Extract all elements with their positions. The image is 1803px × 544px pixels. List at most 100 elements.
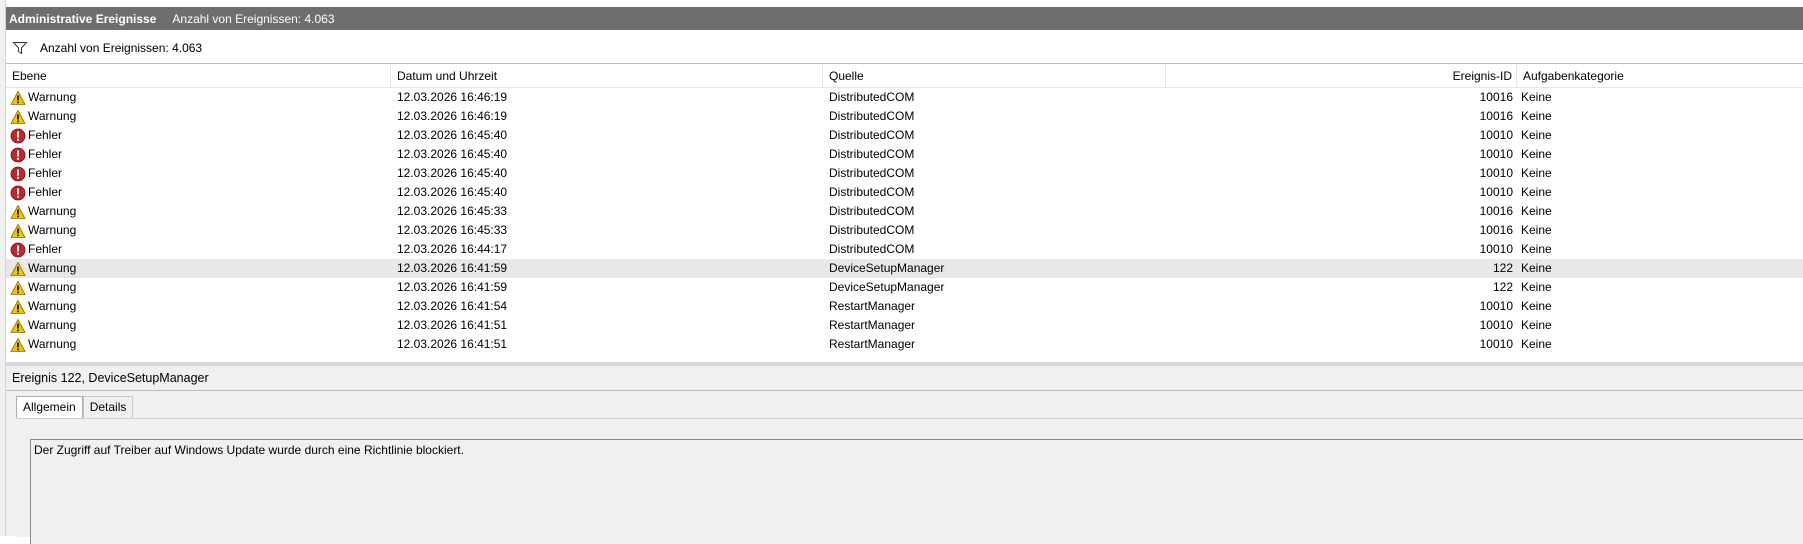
column-header-level[interactable]: Ebene — [6, 65, 391, 87]
event-id-cell: 10010 — [1479, 242, 1513, 256]
event-list-header: Ebene Datum und Uhrzeit Quelle Ereignis-… — [6, 65, 1803, 88]
details-divider — [6, 390, 1803, 391]
level-cell: Warnung — [10, 221, 76, 240]
event-id-cell: 10010 — [1479, 147, 1513, 161]
error-icon — [10, 166, 26, 181]
category-cell: Keine — [1521, 166, 1552, 180]
table-row[interactable]: Warnung 12.03.2026 16:45:33 DistributedCOM… — [6, 202, 1803, 221]
event-id-cell: 122 — [1492, 280, 1513, 294]
table-row[interactable]: Warnung 12.03.2026 16:46:19 DistributedCOM… — [6, 107, 1803, 126]
category-cell: Keine — [1521, 185, 1552, 199]
level-label: Fehler — [28, 128, 63, 142]
level-cell: Warnung — [10, 202, 76, 221]
table-row[interactable]: Fehler 12.03.2026 16:44:17 DistributedCOM 1… — [6, 240, 1803, 259]
warning-icon — [10, 109, 26, 124]
category-cell: Keine — [1521, 299, 1552, 313]
level-cell: Fehler — [10, 164, 62, 183]
view-title: Administrative Ereignisse — [9, 11, 157, 26]
date-cell: 12.03.2026 16:44:17 — [397, 242, 508, 256]
event-message-box[interactable]: Der Zugriff auf Treiber auf Windows Upda… — [30, 439, 1803, 544]
table-row[interactable]: Warnung 12.03.2026 16:41:59 DeviceSetupMan… — [6, 259, 1803, 278]
date-cell: 12.03.2026 16:46:19 — [397, 109, 508, 123]
filter-icon[interactable] — [12, 40, 28, 56]
event-id-cell: 10016 — [1479, 90, 1513, 104]
tab-general[interactable]: Allgemein — [16, 396, 83, 419]
event-id-cell: 10010 — [1479, 128, 1513, 142]
event-count-header: Anzahl von Ereignissen: 4.063 — [172, 11, 335, 26]
event-message-text: Der Zugriff auf Treiber auf Windows Upda… — [34, 443, 464, 457]
date-cell: 12.03.2026 16:41:51 — [397, 318, 508, 332]
column-header-event-id[interactable]: Ereignis-ID — [1166, 65, 1517, 87]
level-cell: Warnung — [10, 259, 76, 278]
table-row[interactable]: Warnung 12.03.2026 16:41:51 RestartManager… — [6, 335, 1803, 354]
source-cell: DistributedCOM — [829, 166, 915, 180]
table-row[interactable]: Fehler 12.03.2026 16:45:40 DistributedCOM 1… — [6, 145, 1803, 164]
table-row[interactable]: Warnung 12.03.2026 16:41:51 RestartManager… — [6, 316, 1803, 335]
level-label: Warnung — [28, 261, 77, 275]
source-cell: DistributedCOM — [829, 147, 915, 161]
error-icon — [10, 128, 26, 143]
date-cell: 12.03.2026 16:45:40 — [397, 128, 508, 142]
level-cell: Warnung — [10, 316, 76, 335]
event-id-cell: 10010 — [1479, 185, 1513, 199]
category-cell: Keine — [1521, 261, 1552, 275]
column-header-category[interactable]: Aufgabenkategorie — [1517, 65, 1803, 87]
warning-icon — [10, 337, 26, 352]
event-id-cell: 10016 — [1479, 204, 1513, 218]
date-cell: 12.03.2026 16:41:59 — [397, 280, 508, 294]
level-label: Warnung — [28, 223, 77, 237]
details-tabs: Allgemein Details — [16, 396, 134, 419]
column-header-source[interactable]: Quelle — [823, 65, 1166, 87]
level-label: Fehler — [28, 166, 63, 180]
date-cell: 12.03.2026 16:41:51 — [397, 337, 508, 351]
source-cell: DeviceSetupManager — [829, 261, 945, 275]
level-cell: Fehler — [10, 145, 62, 164]
table-row[interactable]: Warnung 12.03.2026 16:41:59 DeviceSetupMan… — [6, 278, 1803, 297]
level-label: Warnung — [28, 204, 77, 218]
level-cell: Warnung — [10, 278, 76, 297]
level-label: Warnung — [28, 90, 77, 104]
date-cell: 12.03.2026 16:45:40 — [397, 185, 508, 199]
error-icon — [10, 242, 26, 257]
tab-details[interactable]: Details — [82, 396, 134, 418]
event-id-cell: 10010 — [1479, 318, 1513, 332]
level-label: Fehler — [28, 242, 63, 256]
level-cell: Fehler — [10, 183, 62, 202]
source-cell: RestartManager — [829, 299, 916, 313]
category-cell: Keine — [1521, 318, 1552, 332]
category-cell: Keine — [1521, 109, 1552, 123]
category-cell: Keine — [1521, 204, 1552, 218]
level-cell: Warnung — [10, 107, 76, 126]
category-cell: Keine — [1521, 223, 1552, 237]
event-id-cell: 10016 — [1479, 109, 1513, 123]
table-row[interactable]: Fehler 12.03.2026 16:45:40 DistributedCOM 1… — [6, 126, 1803, 145]
level-cell: Fehler — [10, 126, 62, 145]
level-cell: Warnung — [10, 297, 76, 316]
category-cell: Keine — [1521, 242, 1552, 256]
level-cell: Warnung — [10, 335, 76, 354]
table-row[interactable]: Fehler 12.03.2026 16:45:40 DistributedCOM 1… — [6, 164, 1803, 183]
level-label: Fehler — [28, 147, 63, 161]
table-row[interactable]: Warnung 12.03.2026 16:46:19 DistributedCOM… — [6, 88, 1803, 107]
category-cell: Keine — [1521, 90, 1552, 104]
filter-bar: Anzahl von Ereignissen: 4.063 — [6, 33, 1803, 64]
level-label: Warnung — [28, 318, 77, 332]
category-cell: Keine — [1521, 337, 1552, 351]
date-cell: 12.03.2026 16:41:59 — [397, 261, 508, 275]
source-cell: DistributedCOM — [829, 223, 915, 237]
category-cell: Keine — [1521, 128, 1552, 142]
event-id-cell: 10010 — [1479, 166, 1513, 180]
table-row[interactable]: Warnung 12.03.2026 16:45:33 DistributedCOM… — [6, 221, 1803, 240]
level-label: Warnung — [28, 299, 77, 313]
event-details-pane: Ereignis 122, DeviceSetupManager Allgeme… — [6, 366, 1803, 544]
column-header-date[interactable]: Datum und Uhrzeit — [391, 65, 823, 87]
table-row[interactable]: Warnung 12.03.2026 16:41:54 RestartManager… — [6, 297, 1803, 316]
event-id-cell: 122 — [1492, 261, 1513, 275]
table-row[interactable]: Fehler 12.03.2026 16:45:40 DistributedCOM 1… — [6, 183, 1803, 202]
category-cell: Keine — [1521, 147, 1552, 161]
source-cell: DistributedCOM — [829, 128, 915, 142]
level-cell: Warnung — [10, 88, 76, 107]
warning-icon — [10, 204, 26, 219]
event-id-cell: 10010 — [1479, 337, 1513, 351]
source-cell: DeviceSetupManager — [829, 280, 945, 294]
